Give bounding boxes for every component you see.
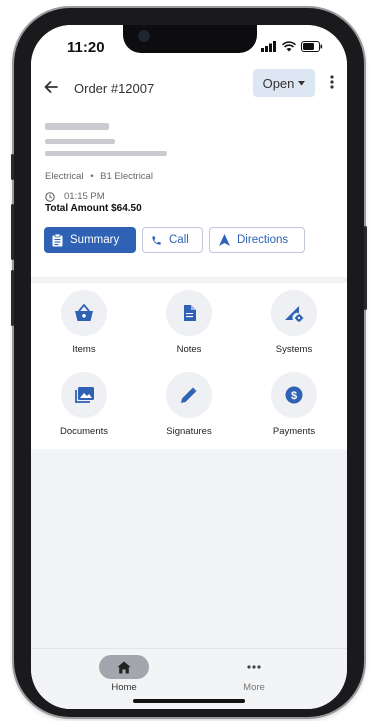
directions-button[interactable]: Directions bbox=[209, 227, 305, 253]
bottom-navigation: Home More bbox=[31, 648, 347, 709]
directions-button-label: Directions bbox=[237, 234, 289, 246]
app-header: Order #12007 Open bbox=[31, 69, 347, 109]
signal-icon bbox=[261, 41, 276, 52]
status-icons bbox=[261, 41, 323, 52]
power-button bbox=[364, 226, 367, 310]
tile-documents[interactable]: Documents bbox=[34, 372, 134, 437]
status-dropdown-value: Open bbox=[262, 75, 295, 91]
call-button-label: Call bbox=[169, 234, 189, 246]
tile-signatures-circle bbox=[166, 372, 212, 418]
summary-button[interactable]: Summary bbox=[44, 227, 136, 253]
call-button[interactable]: Call bbox=[142, 227, 203, 253]
tile-payments[interactable]: $ Payments bbox=[244, 372, 344, 437]
city-line-redacted bbox=[45, 151, 167, 156]
tile-systems-label: Systems bbox=[275, 344, 313, 355]
back-arrow-icon[interactable] bbox=[43, 79, 59, 100]
photo-library-icon bbox=[75, 386, 94, 403]
camera bbox=[138, 30, 150, 42]
tile-signatures-label: Signatures bbox=[166, 426, 212, 437]
volume-up-button bbox=[11, 204, 14, 260]
total-amount: Total Amount $64.50 bbox=[45, 203, 142, 214]
tile-documents-label: Documents bbox=[59, 426, 109, 437]
tile-systems[interactable]: Systems bbox=[244, 290, 344, 355]
tile-items-label: Items bbox=[72, 344, 96, 355]
category-text: Electrical bbox=[45, 171, 84, 182]
status-time: 11:20 bbox=[67, 39, 105, 56]
more-options-icon[interactable] bbox=[330, 75, 334, 94]
more-dots-icon bbox=[247, 665, 261, 669]
pencil-icon bbox=[181, 387, 197, 403]
appointment-time-row: 01:15 PM bbox=[45, 191, 105, 202]
status-bar: 11:20 bbox=[31, 25, 347, 69]
order-category: Electrical • B1 Electrical bbox=[45, 171, 153, 182]
nav-home-indicator bbox=[99, 655, 149, 679]
address-line-redacted bbox=[45, 139, 115, 144]
svg-text:$: $ bbox=[291, 390, 297, 402]
mute-switch bbox=[11, 154, 14, 180]
summary-button-label: Summary bbox=[70, 234, 120, 246]
tile-items-circle bbox=[61, 290, 107, 336]
clipboard-icon bbox=[52, 233, 63, 246]
tile-systems-circle bbox=[271, 290, 317, 336]
tile-payments-label: Payments bbox=[272, 426, 316, 437]
customer-name-redacted bbox=[45, 123, 109, 130]
settings-triangle-icon bbox=[285, 306, 304, 322]
feature-grid: Items Notes Systems Documents Signatures… bbox=[31, 283, 347, 449]
tile-notes-label: Notes bbox=[176, 344, 202, 355]
tile-signatures[interactable]: Signatures bbox=[139, 372, 239, 437]
category-separator: • bbox=[90, 171, 94, 182]
subcategory-text: B1 Electrical bbox=[100, 171, 153, 182]
document-icon bbox=[183, 305, 196, 321]
caret-down-icon bbox=[298, 80, 306, 85]
home-icon bbox=[117, 661, 131, 673]
tile-notes-circle bbox=[166, 290, 212, 336]
nav-more-label: More bbox=[243, 682, 265, 693]
app-screen: 11:20 Order #12007 Open Electrical • B1 … bbox=[31, 25, 347, 709]
dollar-circle-icon: $ bbox=[285, 386, 303, 404]
basket-icon bbox=[75, 304, 93, 321]
nav-more[interactable]: More bbox=[224, 655, 284, 693]
status-dropdown[interactable]: Open bbox=[253, 69, 315, 97]
tile-items[interactable]: Items bbox=[34, 290, 134, 355]
notch bbox=[123, 25, 257, 53]
battery-icon bbox=[301, 41, 323, 52]
order-details-card: Electrical • B1 Electrical 01:15 PM Tota… bbox=[31, 109, 347, 277]
nav-home-label: Home bbox=[111, 682, 137, 693]
nav-more-icon-wrap bbox=[224, 655, 284, 679]
phone-icon bbox=[152, 235, 161, 245]
tile-documents-circle bbox=[61, 372, 107, 418]
nav-home[interactable]: Home bbox=[94, 655, 154, 693]
wifi-icon bbox=[282, 41, 296, 52]
page-title: Order #12007 bbox=[74, 81, 155, 96]
clock-icon bbox=[45, 191, 55, 202]
tile-notes[interactable]: Notes bbox=[139, 290, 239, 355]
navigation-arrow-icon bbox=[219, 234, 230, 246]
home-indicator bbox=[133, 699, 245, 703]
volume-down-button bbox=[11, 270, 14, 326]
appointment-time: 01:15 PM bbox=[64, 191, 105, 202]
tile-payments-circle: $ bbox=[271, 372, 317, 418]
